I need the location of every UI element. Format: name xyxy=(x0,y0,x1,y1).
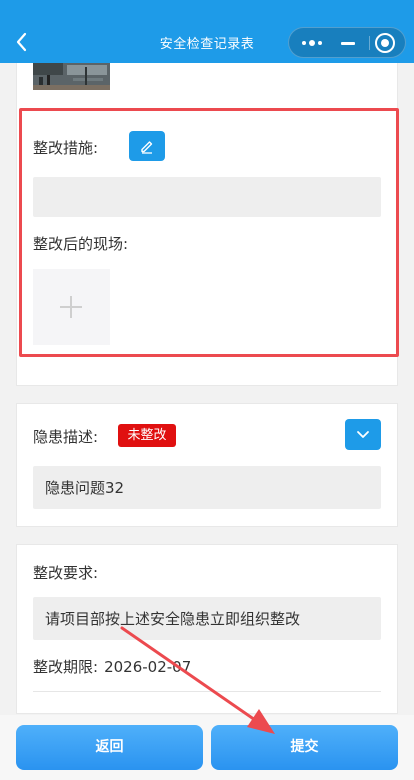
hazard-label: 隐患描述: xyxy=(33,428,99,446)
hazard-description-field: 隐患问题32 xyxy=(33,466,381,509)
expand-button[interactable] xyxy=(345,419,381,450)
deadline-label-text: 整改期限: xyxy=(33,658,99,676)
upload-photo-button[interactable] xyxy=(33,269,110,345)
close-circle-icon[interactable] xyxy=(375,33,395,53)
hazard-photo-thumbnail[interactable] xyxy=(33,63,110,90)
minimize-icon[interactable] xyxy=(339,34,359,52)
measures-input[interactable] xyxy=(33,177,381,217)
divider xyxy=(33,691,381,692)
deadline-label: 整改期限: 2026-02-07 xyxy=(33,656,191,677)
requirement-text-field: 请项目部按上述安全隐患立即组织整改 xyxy=(33,597,381,640)
requirement-label: 整改要求: xyxy=(33,564,99,582)
capsule-divider xyxy=(369,36,370,50)
measures-label: 整改措施: xyxy=(33,139,99,157)
more-dots-icon[interactable] xyxy=(297,34,327,52)
back-action-button[interactable]: 返回 xyxy=(16,725,203,770)
edit-measures-button[interactable] xyxy=(129,131,165,161)
submit-button[interactable]: 提交 xyxy=(211,725,398,770)
navigation-bar: 安全检查记录表 xyxy=(0,0,414,63)
chevron-down-icon xyxy=(357,430,369,438)
site-photo-image xyxy=(33,63,110,90)
deadline-value: 2026-02-07 xyxy=(104,658,192,676)
status-badge: 未整改 xyxy=(118,424,176,447)
mini-program-capsule xyxy=(288,27,406,58)
after-photo-label: 整改后的现场: xyxy=(33,235,129,253)
pencil-icon xyxy=(141,141,153,154)
